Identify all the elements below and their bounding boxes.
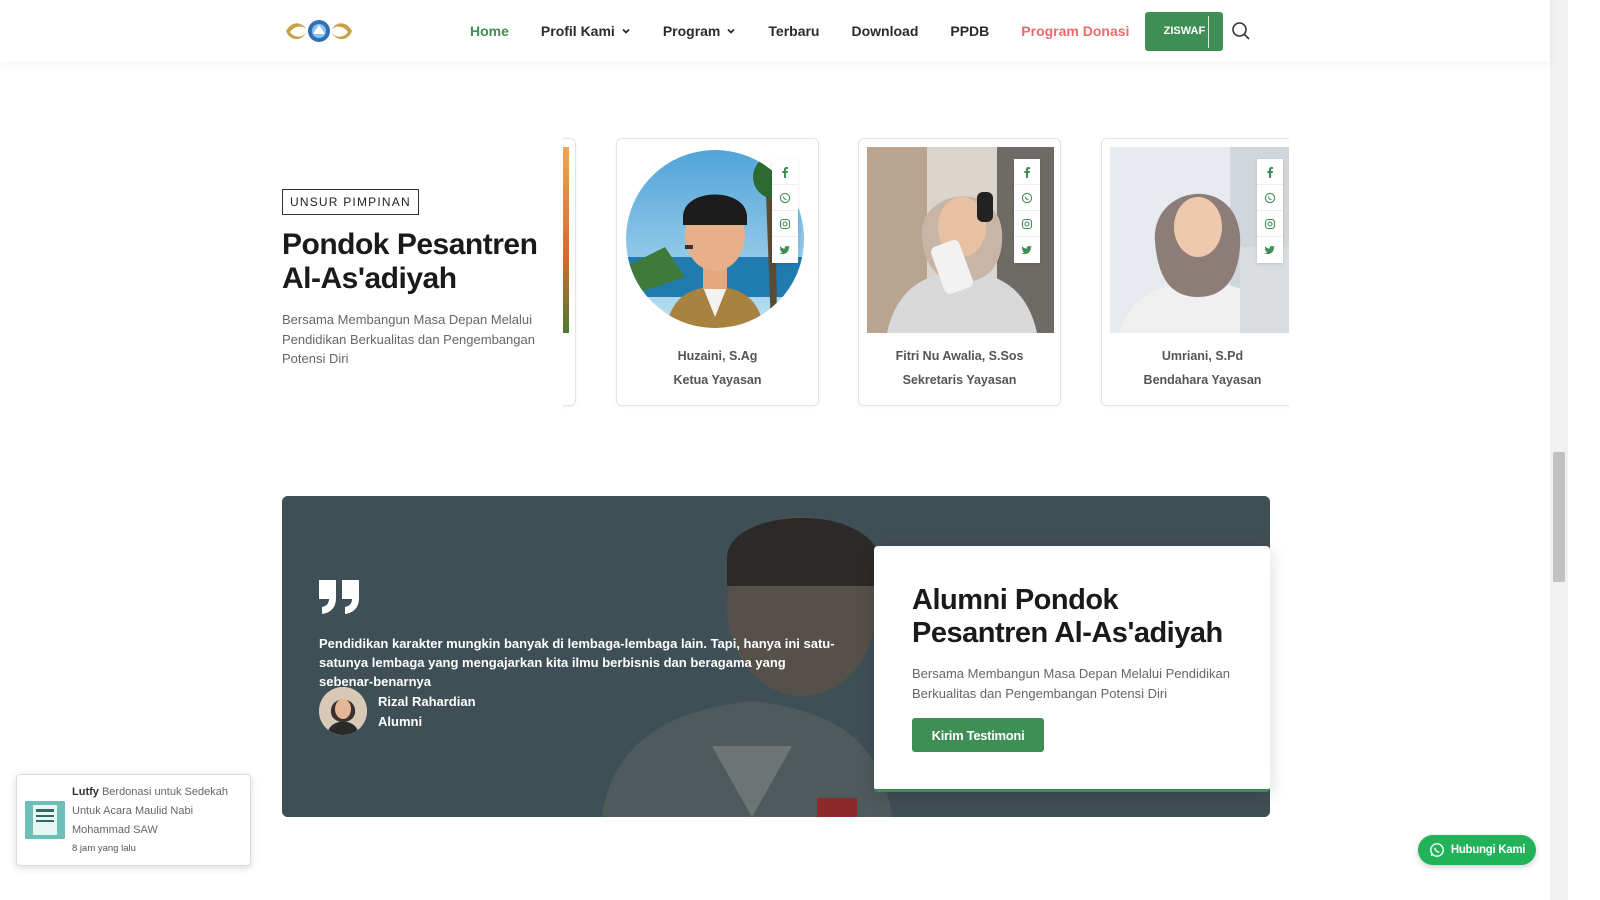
nav-divider [1208, 16, 1209, 48]
campaign-thumbnail [25, 801, 65, 839]
nav-ppdb-label: PPDB [950, 23, 990, 39]
twitter-link[interactable] [772, 237, 798, 263]
site-logo[interactable] [284, 16, 354, 46]
whatsapp-label: Hubungi Kami [1450, 844, 1526, 856]
alumni-description: Bersama Membangun Masa Depan Melalui Pen… [912, 666, 1230, 701]
donation-action: Berdonasi untuk [101, 786, 182, 798]
member-card: Huzaini, S.Ag Ketua Yayasan [616, 138, 819, 406]
send-testimonial-button[interactable]: Kirim Testimoni [912, 718, 1044, 752]
nav-program-label: Program [662, 23, 721, 39]
avatar [319, 687, 367, 735]
whatsapp-link[interactable] [1014, 185, 1040, 211]
alumni-card: Alumni Pondok Pesantren Al-As'adiyah Ber… [874, 546, 1270, 792]
nav-program-donasi[interactable]: Program Donasi [1021, 23, 1129, 39]
nav-ppdb[interactable]: PPDB [950, 23, 989, 39]
section-badge: UNSUR PIMPINAN [282, 189, 419, 215]
nav-profil-kami-label: Profil Kami [540, 23, 615, 39]
testimonial-quote: Pendidikan karakter mungkin banyak di le… [319, 636, 835, 689]
nav-download-label: Download [851, 23, 919, 39]
instagram-icon [1021, 218, 1033, 229]
donor-name: Lutfy [72, 786, 99, 798]
quote-icon [319, 580, 359, 614]
nav-program-donasi-label: Program Donasi [1021, 23, 1130, 39]
ziswaf-button[interactable]: ZISWAF [1145, 11, 1224, 51]
twitter-icon [1021, 246, 1032, 255]
facebook-icon [1267, 166, 1273, 178]
scrollbar-thumb[interactable] [1553, 452, 1565, 582]
nav-home[interactable]: Home [470, 23, 509, 39]
site-header: Home Profil Kami Program Terbaru Downloa… [0, 0, 1550, 62]
instagram-icon [779, 218, 791, 229]
whatsapp-contact-button[interactable]: Hubungi Kami [1418, 835, 1536, 865]
nav-download[interactable]: Download [851, 23, 918, 39]
member-card: Fitri Nu Awalia, S.Sos Sekretaris Yayasa… [858, 138, 1061, 406]
member-name: Huzaini, S.Ag [677, 349, 758, 363]
nav-program[interactable]: Program [663, 23, 737, 39]
member-card: Umriani, S.Pd Bendahara Yayasan [1101, 138, 1289, 406]
whatsapp-icon [1264, 192, 1276, 203]
whatsapp-icon [1021, 192, 1033, 203]
instagram-link[interactable] [1014, 211, 1040, 237]
whatsapp-link[interactable] [772, 185, 798, 211]
search-button[interactable] [1230, 20, 1252, 42]
facebook-link[interactable] [772, 159, 798, 185]
social-links [772, 159, 798, 263]
main-nav: Home Profil Kami Program Terbaru Downloa… [470, 0, 1224, 62]
chevron-down-icon [622, 28, 630, 34]
chevron-down-icon [727, 28, 736, 34]
search-icon [1232, 22, 1250, 40]
notification-time: 8 jam yang lalu [72, 843, 136, 854]
testimonial-author-name: Rizal Rahardian [378, 694, 476, 709]
instagram-link[interactable] [772, 211, 798, 237]
alumni-title: Alumni Pondok Pesantren Al-As'adiyah [912, 584, 1223, 649]
facebook-icon [1024, 166, 1030, 178]
twitter-icon [779, 246, 790, 255]
member-card-partial [563, 138, 576, 406]
facebook-icon [782, 166, 788, 178]
twitter-link[interactable] [1257, 237, 1283, 263]
nav-home-label: Home [470, 23, 509, 39]
facebook-link[interactable] [1014, 159, 1040, 185]
leadership-description: Bersama Membangun Masa Depan Melalui Pen… [282, 312, 535, 366]
member-role: Ketua Yayasan [673, 373, 762, 387]
donation-notification[interactable]: Lutfy Berdonasi untuk Sedekah Untuk Acar… [16, 774, 251, 866]
testimonial-author-role: Alumni [378, 714, 423, 729]
social-links [1014, 159, 1040, 263]
whatsapp-icon [779, 192, 791, 203]
nav-terbaru-label: Terbaru [768, 23, 820, 39]
member-name: Umriani, S.Pd [1161, 349, 1244, 363]
nav-profil-kami[interactable]: Profil Kami [541, 23, 631, 39]
leadership-title: Pondok Pesantren Al-As'adiyah [282, 228, 538, 295]
nav-terbaru[interactable]: Terbaru [768, 23, 819, 39]
member-name: Fitri Nu Awalia, S.Sos [895, 349, 1024, 363]
member-role: Bendahara Yayasan [1143, 373, 1262, 387]
social-links [1257, 159, 1283, 263]
whatsapp-link[interactable] [1257, 185, 1283, 211]
instagram-link[interactable] [1257, 211, 1283, 237]
scrollbar-track[interactable] [1550, 0, 1568, 900]
member-role: Sekretaris Yayasan [902, 373, 1017, 387]
facebook-link[interactable] [1257, 159, 1283, 185]
twitter-icon [1264, 246, 1275, 255]
notification-message: Lutfy Berdonasi untuk Sedekah Untuk Acar… [72, 783, 247, 840]
instagram-icon [1264, 218, 1276, 229]
leadership-carousel[interactable]: Huzaini, S.Ag Ketua Yayasan Fitri Nu Awa… [563, 130, 1289, 420]
member-photo [563, 147, 569, 333]
twitter-link[interactable] [1014, 237, 1040, 263]
whatsapp-icon [1429, 843, 1444, 857]
